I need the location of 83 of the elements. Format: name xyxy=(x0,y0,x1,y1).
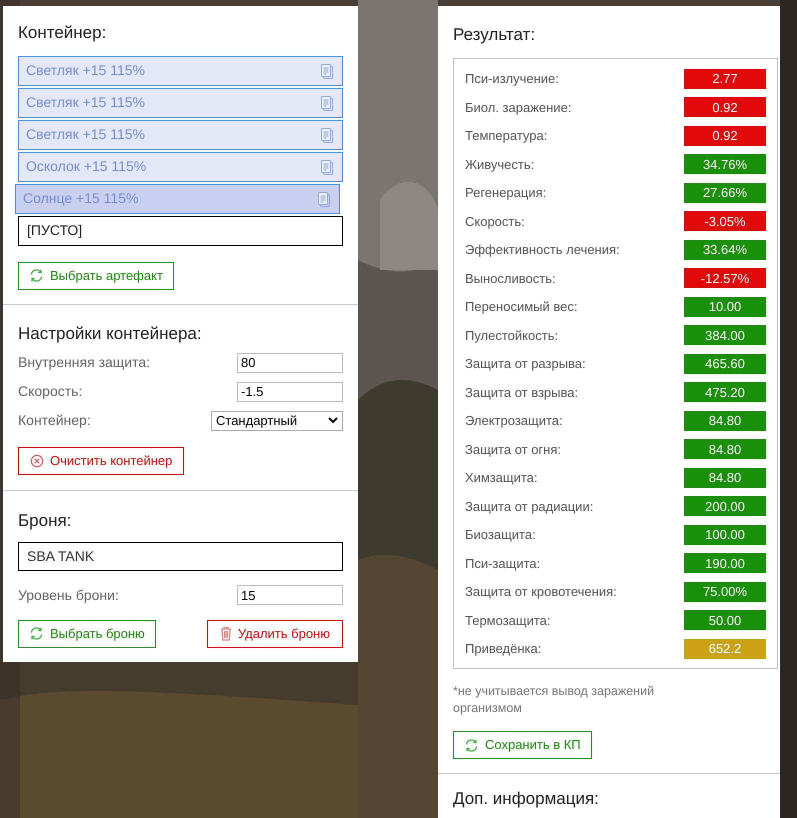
choose-armor-button[interactable]: Выбрать броню xyxy=(18,620,156,648)
stat-label: Защита от кровотечения: xyxy=(465,583,617,601)
artifact-name: Светляк +15 115% xyxy=(26,93,145,112)
stat-value: 100.00 xyxy=(684,524,766,545)
trash-icon xyxy=(220,626,232,641)
document-icon[interactable] xyxy=(320,62,334,78)
stat-value: 84.80 xyxy=(684,410,766,431)
stat-value: 475.20 xyxy=(684,382,766,402)
section-title: Настройки контейнера: xyxy=(18,322,203,344)
refresh-icon xyxy=(464,738,479,752)
footnote: *не учитывается вывод заражений организмом xyxy=(453,683,656,717)
stat-label: Защита от радиации: xyxy=(465,498,594,516)
close-circle-icon xyxy=(30,454,44,468)
input-field[interactable]: -1.5 xyxy=(237,382,343,402)
artifact-slot[interactable]: Светляк +15 115% xyxy=(18,56,343,86)
stat-value: 2.77 xyxy=(684,68,766,89)
refresh-icon xyxy=(29,626,44,641)
stat-value: 0.92 xyxy=(684,126,766,146)
artifact-slot[interactable]: Светляк +15 115% xyxy=(18,88,343,118)
stat-label: Приведёнка: xyxy=(465,640,542,658)
input-field[interactable]: 80 xyxy=(237,352,343,372)
save-button[interactable]: Сохранить в КП xyxy=(453,731,592,759)
stat-value: 34.76% xyxy=(684,154,766,174)
stat-value: 84.80 xyxy=(684,439,766,460)
armor-name-field[interactable]: SBA TANK xyxy=(18,542,343,570)
clear-container-button[interactable]: Очистить контейнер xyxy=(18,447,184,475)
stat-label: Живучесть: xyxy=(465,156,534,174)
artifact-name: Светляк +15 115% xyxy=(26,61,145,80)
field-label: Внутренняя защита: xyxy=(18,353,150,372)
section-title: Результат: xyxy=(453,24,536,46)
section-title: Контейнер: xyxy=(18,22,108,44)
empty-slot[interactable]: [ПУСТО] xyxy=(18,216,343,246)
stat-value: 84.80 xyxy=(684,468,766,488)
input-field[interactable]: 15 xyxy=(237,585,343,605)
stat-value: 27.66% xyxy=(684,182,766,203)
stat-label: Химзащита: xyxy=(465,469,538,487)
stat-label: Температура: xyxy=(465,127,548,145)
stat-label: Электрозащита: xyxy=(465,412,563,430)
stat-value: 33.64% xyxy=(684,240,766,260)
artifact-slot[interactable]: Осколок +15 115% xyxy=(18,152,343,182)
document-icon[interactable] xyxy=(317,190,331,206)
stat-label: Термозащита: xyxy=(465,612,550,630)
stat-value: -12.57% xyxy=(684,268,766,288)
document-icon[interactable] xyxy=(320,126,334,142)
stat-value: -3.05% xyxy=(684,211,766,232)
artifact-name: Светляк +15 115% xyxy=(26,125,145,144)
stat-value: 384.00 xyxy=(684,325,766,346)
section-title: Броня: xyxy=(18,510,72,532)
stat-label: Выносливость: xyxy=(465,270,556,288)
stat-label: Защита от огня: xyxy=(465,440,562,459)
stat-value: 0.92 xyxy=(684,97,766,118)
document-icon[interactable] xyxy=(320,158,334,174)
chevron-down-icon xyxy=(328,417,338,424)
stat-label: Биол. заражение: xyxy=(465,98,572,117)
refresh-icon xyxy=(29,268,44,283)
field-label: Уровень брони: xyxy=(18,586,119,605)
stat-value: 50.00 xyxy=(684,610,766,630)
stat-value: 75.00% xyxy=(684,582,766,602)
stat-label: Скорость: xyxy=(465,212,525,231)
stat-label: Регенерация: xyxy=(465,184,546,202)
stat-value: 200.00 xyxy=(684,496,766,516)
container-select[interactable]: Стандартный xyxy=(211,410,343,430)
stat-label: Защита от взрыва: xyxy=(465,384,578,402)
stat-label: Защита от разрыва: xyxy=(465,355,586,373)
artifact-name: Солнце +15 115% xyxy=(23,189,138,208)
stat-label: Переносимый вес: xyxy=(465,298,578,316)
section-title: Доп. информация: xyxy=(453,788,600,810)
document-icon[interactable] xyxy=(320,94,334,110)
stat-value: 190.00 xyxy=(684,553,766,574)
choose-artifact-button[interactable]: Выбрать артефакт xyxy=(18,262,174,290)
stat-value: 652.2 xyxy=(684,638,766,659)
stat-value: 465.60 xyxy=(684,354,766,374)
delete-armor-button[interactable]: Удалить броню xyxy=(206,620,343,648)
artifact-slot[interactable]: Светляк +15 115% xyxy=(18,120,343,150)
field-label: Скорость: xyxy=(18,382,82,401)
stat-label: Пси-излучение: xyxy=(465,70,559,88)
stat-label: Пси-защита: xyxy=(465,554,540,573)
artifact-name: Осколок +15 115% xyxy=(26,157,146,176)
stat-label: Эффективность лечения: xyxy=(465,241,620,259)
field-label: Контейнер: xyxy=(18,411,91,430)
stat-value: 10.00 xyxy=(684,296,766,317)
stat-label: Биозащита: xyxy=(465,526,536,544)
stat-label: Пулестойкость: xyxy=(465,326,558,345)
